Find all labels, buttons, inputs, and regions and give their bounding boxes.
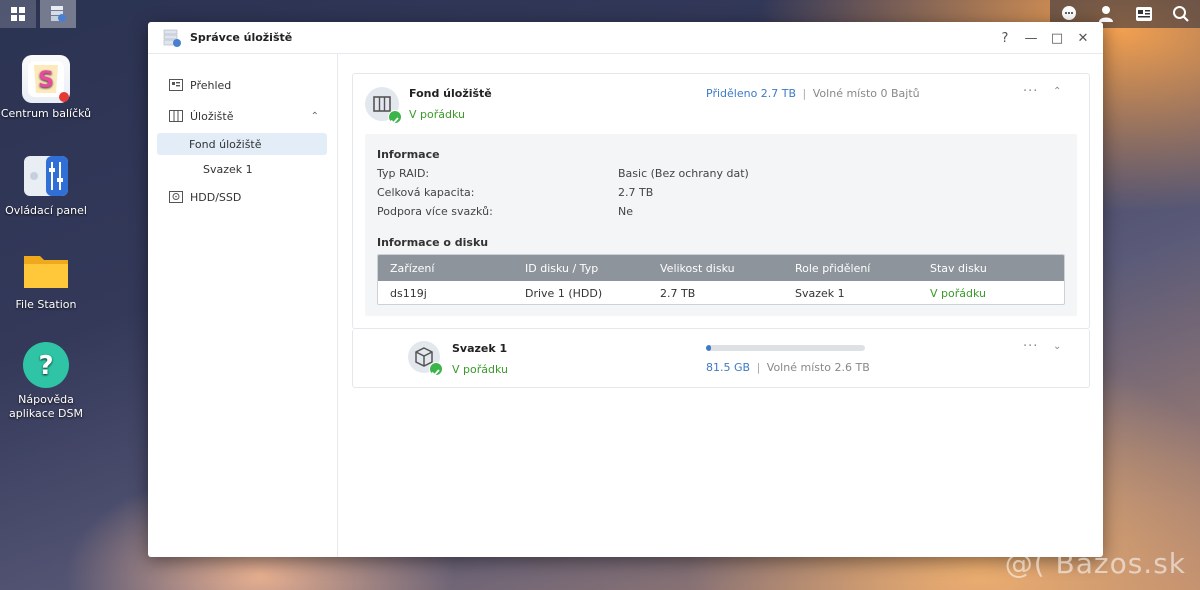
- total-capacity-label: Celková kapacita:: [377, 186, 475, 199]
- chevron-up-icon[interactable]: ⌃: [311, 111, 319, 122]
- info-heading: Informace: [377, 148, 440, 161]
- storage-pool-status: V pořádku: [409, 108, 465, 121]
- more-options-button[interactable]: ···: [1023, 339, 1038, 354]
- sidebar-item-label: Přehled: [190, 78, 232, 92]
- free-space-text: Volné místo 0 Bajtů: [812, 87, 920, 100]
- sidebar-item-label: Svazek 1: [203, 162, 253, 176]
- storage-icon: [169, 110, 183, 122]
- overview-icon: [169, 79, 183, 91]
- maximize-button[interactable]: □: [1049, 28, 1065, 48]
- sidebar-item-storage-pool[interactable]: Fond úložiště: [157, 133, 327, 155]
- column-header-disk-status[interactable]: Stav disku: [918, 262, 1053, 275]
- svg-text:S: S: [38, 68, 54, 93]
- volume-usage-bar: [706, 345, 865, 351]
- storage-pool-summary: Přiděleno 2.7 TB | Volné místo 0 Bajtů: [706, 87, 920, 100]
- volume-usage-fill: [706, 345, 711, 351]
- used-space-text: 81.5 GB: [706, 361, 751, 374]
- sidebar-item-label: Fond úložiště: [189, 137, 262, 151]
- volume-title: Svazek 1: [452, 342, 508, 355]
- folder-icon: [22, 246, 70, 294]
- desktop-icon-label: File Station: [15, 298, 77, 311]
- control-panel-icon: [22, 152, 70, 200]
- sidebar: Přehled Úložiště ⌃ Fond úložiště Svazek …: [148, 54, 338, 557]
- column-header-device[interactable]: Zařízení: [378, 262, 513, 275]
- widgets-icon[interactable]: [1135, 5, 1153, 23]
- volume-icon: [408, 341, 443, 377]
- chat-icon[interactable]: [1060, 5, 1078, 23]
- table-row[interactable]: ds119j Drive 1 (HDD) 2.7 TB Svazek 1 V p…: [378, 281, 1064, 304]
- volume-status: V pořádku: [452, 363, 508, 376]
- search-icon[interactable]: [1172, 5, 1190, 23]
- storage-manager-taskbar-button[interactable]: [40, 0, 76, 28]
- storage-manager-window: Správce úložiště ? — □ ✕ Přehled Úložišt…: [148, 22, 1103, 557]
- main-menu-icon: [11, 7, 25, 21]
- raid-type-value: Basic (Bez ochrany dat): [618, 167, 749, 180]
- desktop-icon-file-station[interactable]: File Station: [0, 246, 92, 312]
- window-titlebar[interactable]: Správce úložiště ? — □ ✕: [148, 22, 1103, 54]
- sidebar-item-label: Úložiště: [190, 109, 234, 123]
- cell-allocation-role: Svazek 1: [795, 286, 845, 300]
- check-icon: [429, 362, 443, 377]
- hdd-icon: [169, 191, 183, 203]
- help-icon: ?: [22, 341, 70, 389]
- sidebar-item-label: HDD/SSD: [190, 190, 242, 204]
- window-title: Správce úložiště: [190, 31, 293, 44]
- free-space-text: Volné místo 2.6 TB: [766, 361, 870, 374]
- storage-manager-icon: [163, 29, 181, 47]
- main-content: Fond úložiště V pořádku Přiděleno 2.7 TB…: [339, 54, 1103, 557]
- storage-manager-icon: [51, 6, 66, 22]
- allocated-text: Přiděleno 2.7 TB: [706, 87, 797, 100]
- volume-card: Svazek 1 V pořádku 81.5 GB | Volné místo…: [352, 329, 1090, 388]
- disk-table: Zařízení ID disku / Typ Velikost disku R…: [377, 254, 1065, 305]
- desktop-icon-control-panel[interactable]: Ovládací panel: [0, 152, 92, 218]
- more-options-button[interactable]: ···: [1023, 84, 1038, 99]
- total-capacity-value: 2.7 TB: [618, 186, 654, 199]
- sidebar-item-volume-1[interactable]: Svazek 1: [157, 158, 327, 180]
- separator: |: [802, 87, 807, 100]
- disk-info-heading: Informace o disku: [377, 236, 489, 249]
- chevron-down-icon[interactable]: ⌄: [1053, 341, 1061, 352]
- watermark: @( Bazos.sk: [1004, 547, 1186, 580]
- sidebar-item-overview[interactable]: Přehled: [157, 71, 327, 99]
- main-menu-button[interactable]: [0, 0, 36, 28]
- storage-pool-icon: [365, 87, 402, 125]
- multi-volume-label: Podpora více svazků:: [377, 205, 493, 218]
- storage-pool-title: Fond úložiště: [409, 87, 492, 100]
- cell-disk-id: Drive 1 (HDD): [525, 286, 603, 300]
- desktop-icon-dsm-help[interactable]: ? Nápověda aplikace DSM: [0, 341, 92, 421]
- desktop-icon-label: Centrum balíčků: [0, 107, 92, 120]
- cell-disk-status: V pořádku: [930, 286, 986, 300]
- svg-text:?: ?: [38, 351, 53, 381]
- minimize-button[interactable]: —: [1023, 28, 1039, 48]
- storage-pool-card: Fond úložiště V pořádku Přiděleno 2.7 TB…: [352, 73, 1090, 329]
- multi-volume-value: Ne: [618, 205, 633, 218]
- desktop-icon-package-center[interactable]: S Centrum balíčků: [0, 55, 92, 121]
- window-controls: ? — □ ✕: [997, 28, 1091, 48]
- sidebar-item-storage[interactable]: Úložiště ⌃: [157, 102, 327, 130]
- user-icon[interactable]: [1097, 5, 1115, 23]
- package-center-icon: S: [22, 55, 70, 103]
- disk-table-header: Zařízení ID disku / Typ Velikost disku R…: [378, 255, 1064, 281]
- chevron-up-icon[interactable]: ⌃: [1053, 86, 1061, 97]
- separator: |: [756, 361, 761, 374]
- volume-summary: 81.5 GB | Volné místo 2.6 TB: [706, 361, 870, 374]
- check-icon: [388, 110, 402, 125]
- column-header-allocation-role[interactable]: Role přidělení: [783, 262, 918, 275]
- storage-pool-info-panel: Informace Typ RAID: Basic (Bez ochrany d…: [365, 134, 1077, 316]
- cell-disk-size: 2.7 TB: [660, 286, 696, 300]
- column-header-disk-size[interactable]: Velikost disku: [648, 262, 783, 275]
- close-button[interactable]: ✕: [1075, 28, 1091, 48]
- raid-type-label: Typ RAID:: [377, 167, 430, 180]
- desktop-icon-label: Ovládací panel: [5, 204, 87, 217]
- taskbar-left: [0, 0, 76, 28]
- cell-device: ds119j: [390, 286, 427, 300]
- help-button[interactable]: ?: [997, 28, 1013, 48]
- column-header-disk-id[interactable]: ID disku / Typ: [513, 262, 648, 275]
- sidebar-item-hdd-ssd[interactable]: HDD/SSD: [157, 183, 327, 211]
- desktop-icon-label: Nápověda aplikace DSM: [8, 393, 83, 420]
